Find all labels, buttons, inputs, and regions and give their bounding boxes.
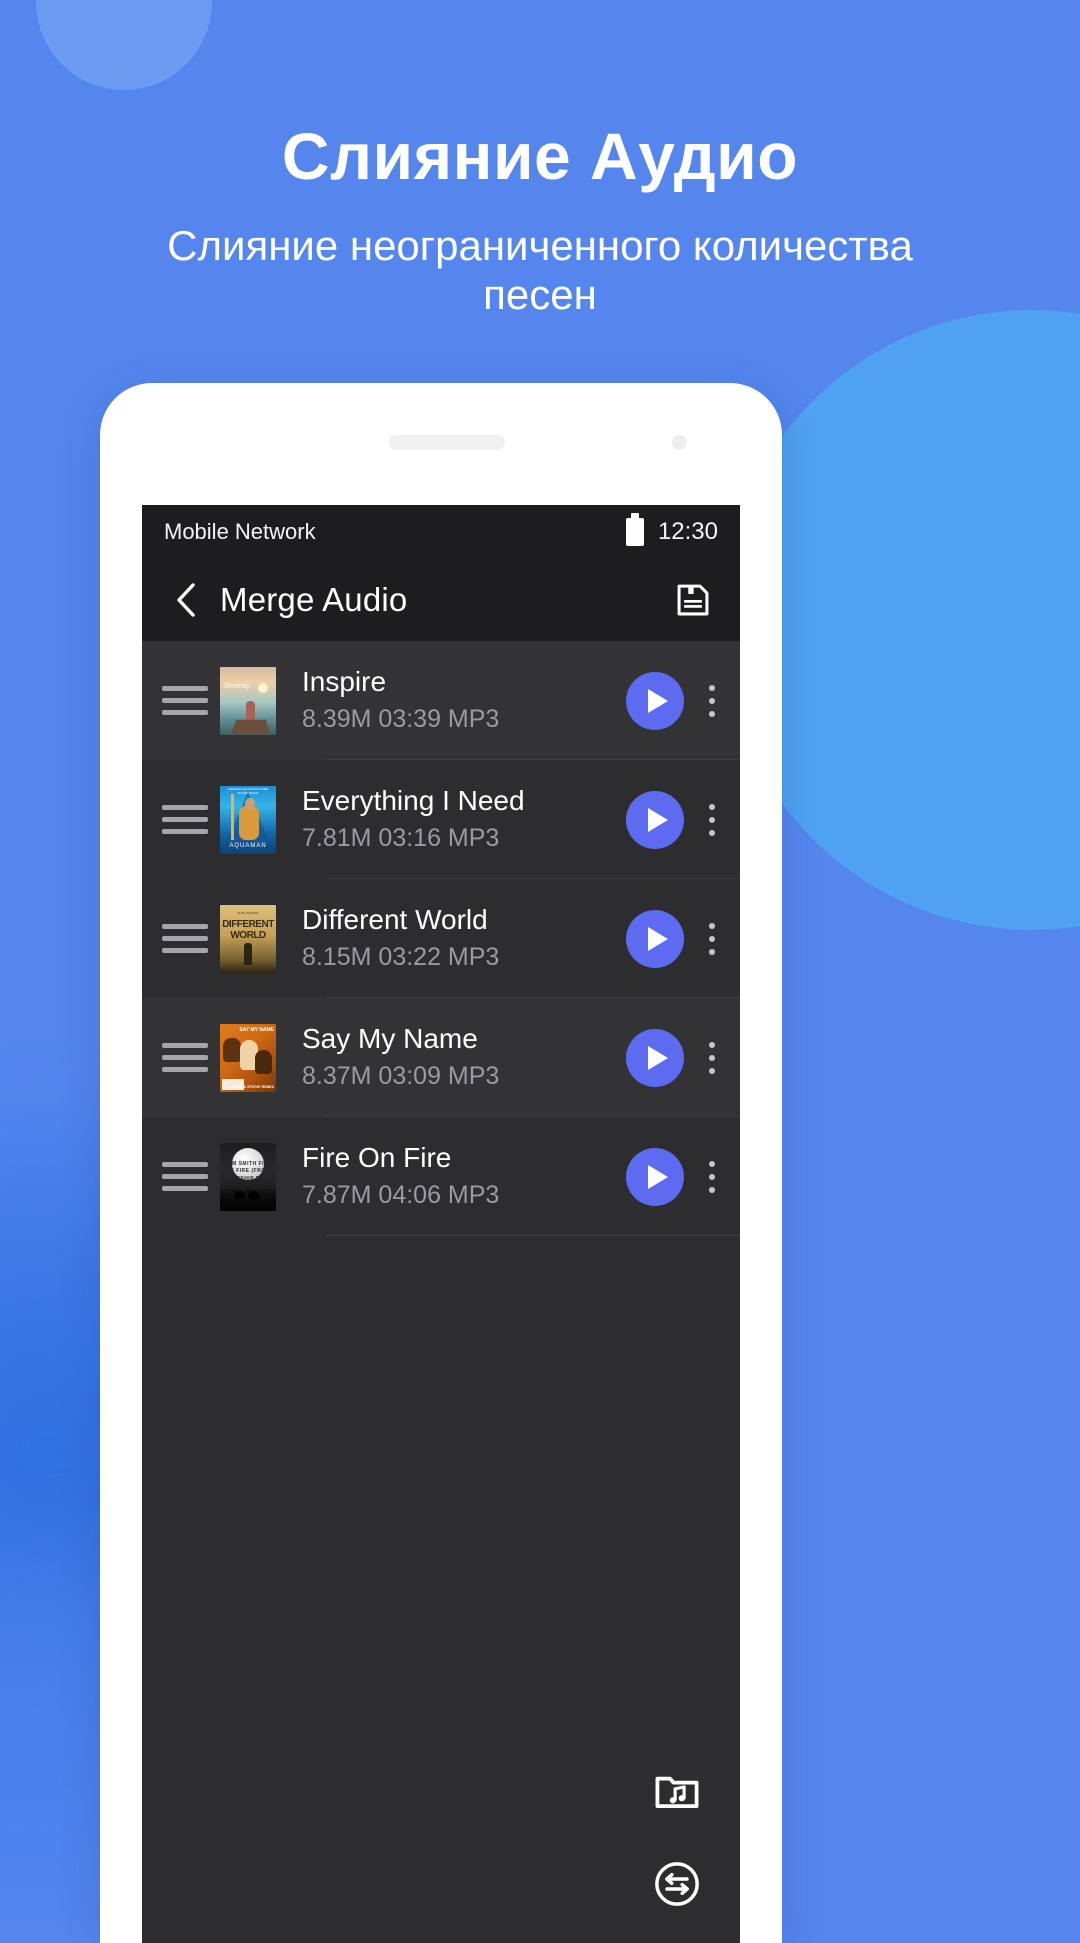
album-art-caption: AQUAMAN	[229, 842, 267, 849]
phone-screen: Mobile Network 12:30 Merge Audio Serenit…	[142, 505, 740, 1943]
more-options-button[interactable]	[684, 671, 740, 731]
track-info: 7.81M 03:16 MP3	[302, 824, 500, 853]
promo-subtitle: Слияние неограниченного количества песен	[167, 221, 913, 319]
track-list: Serenity Inspire 8.39M 03:39 MP3 ORIGINA…	[142, 641, 740, 1236]
album-art: SAM SMITH FIRE ON FIRE (FROM WATERSHIP D…	[220, 1142, 276, 1211]
track-meta: Everything I Need 7.81M 03:16 MP3	[302, 783, 626, 856]
more-options-button[interactable]	[684, 1028, 740, 1088]
album-art: ALAN WALKER DIFFERENT WORLD	[220, 904, 276, 973]
play-icon	[647, 926, 668, 951]
drag-handle-icon[interactable]	[162, 681, 208, 721]
track-name: Everything I Need	[302, 785, 525, 817]
track-meta: Different World 8.15M 03:22 MP3	[302, 902, 626, 975]
album-art-credit: LUCAS & STEVE REMIX	[228, 1084, 274, 1090]
add-music-folder-button[interactable]	[646, 1761, 708, 1823]
album-art-line1: DIFFERENT	[222, 918, 274, 930]
drag-handle-icon[interactable]	[162, 1157, 208, 1197]
track-name: Say My Name	[302, 1023, 478, 1055]
track-info: 8.37M 03:09 MP3	[302, 1062, 500, 1091]
floppy-save-icon	[677, 584, 709, 615]
status-bar-right: 12:30	[625, 512, 718, 546]
table-row[interactable]: SAM SMITH FIRE ON FIRE (FROM WATERSHIP D…	[142, 1117, 740, 1236]
play-icon	[647, 688, 668, 713]
merge-swap-icon	[655, 1862, 699, 1906]
track-name: Different World	[302, 904, 488, 936]
track-info: 7.87M 04:06 MP3	[302, 1181, 500, 1210]
track-meta: Inspire 8.39M 03:39 MP3	[302, 664, 626, 737]
phone-mockup: Mobile Network 12:30 Merge Audio Serenit…	[100, 383, 782, 1943]
save-button[interactable]	[670, 577, 716, 623]
table-row[interactable]: ORIGINAL MOTION PICTURE SOUNDTRACK AQUAM…	[142, 760, 740, 879]
status-bar: Mobile Network 12:30	[142, 505, 740, 558]
status-carrier-label: Mobile Network	[164, 518, 316, 544]
table-row[interactable]: SAY MY NAME LUCAS & STEVE REMIX Say My N…	[142, 998, 740, 1117]
track-name: Fire On Fire	[302, 1142, 452, 1174]
back-button[interactable]	[166, 580, 206, 620]
battery-full-icon	[625, 512, 644, 546]
status-clock: 12:30	[657, 517, 718, 545]
table-row[interactable]: Serenity Inspire 8.39M 03:39 MP3	[142, 641, 740, 760]
promo-title: Слияние Аудио	[281, 119, 799, 193]
drag-handle-icon[interactable]	[162, 800, 208, 840]
play-icon	[647, 807, 668, 832]
play-button[interactable]	[626, 909, 684, 968]
more-options-button[interactable]	[684, 1147, 740, 1207]
more-options-button[interactable]	[684, 790, 740, 850]
album-art-caption: Serenity	[224, 682, 250, 690]
play-button[interactable]	[626, 1028, 684, 1087]
play-button[interactable]	[626, 671, 684, 730]
phone-speaker-grille	[389, 435, 505, 450]
track-meta: Fire On Fire 7.87M 04:06 MP3	[302, 1140, 626, 1213]
track-meta: Say My Name 8.37M 03:09 MP3	[302, 1021, 626, 1094]
phone-front-camera	[672, 435, 687, 450]
album-art-caption: SAY MY NAME	[239, 1026, 274, 1033]
promo-headings: Слияние Аудио Слияние неограниченного ко…	[0, 0, 1080, 320]
drag-handle-icon[interactable]	[162, 1038, 208, 1078]
track-name: Inspire	[302, 666, 387, 698]
table-row[interactable]: ALAN WALKER DIFFERENT WORLD Different Wo…	[142, 879, 740, 998]
play-button[interactable]	[626, 790, 684, 849]
play-icon	[647, 1045, 668, 1070]
app-bar: Merge Audio	[142, 558, 740, 641]
album-art: Serenity	[220, 666, 276, 735]
track-info: 8.15M 03:22 MP3	[302, 943, 500, 972]
drag-handle-icon[interactable]	[162, 919, 208, 959]
track-info: 8.39M 03:39 MP3	[302, 705, 500, 734]
album-art-line2: WORLD	[230, 929, 266, 941]
merge-audio-button[interactable]	[646, 1853, 708, 1915]
chevron-left-icon	[177, 582, 195, 617]
more-options-button[interactable]	[684, 909, 740, 969]
album-art-artist: ALAN WALKER	[237, 910, 259, 915]
play-button[interactable]	[626, 1147, 684, 1206]
album-art-caption: SAM SMITH FIRE ON FIRE (FROM WATERSHIP D…	[220, 1160, 276, 1182]
page-title: Merge Audio	[220, 580, 408, 618]
music-folder-icon	[655, 1776, 699, 1809]
play-icon	[647, 1164, 668, 1189]
album-art: ORIGINAL MOTION PICTURE SOUNDTRACK AQUAM…	[220, 785, 276, 854]
album-art: SAY MY NAME LUCAS & STEVE REMIX	[220, 1023, 276, 1092]
